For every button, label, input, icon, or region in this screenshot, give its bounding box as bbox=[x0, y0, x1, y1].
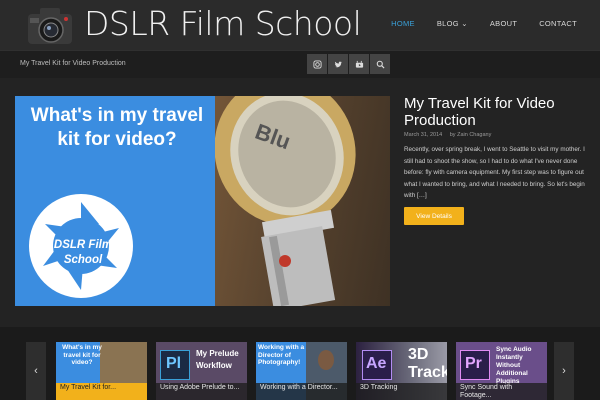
chevron-left-icon[interactable]: ‹ bbox=[26, 342, 46, 400]
post-date: March 31, 2014 bbox=[404, 132, 443, 138]
thumb-image-text2: 3D Tracking bbox=[408, 346, 447, 381]
thumb-image-text2: My Prelude Workflow bbox=[196, 349, 239, 370]
chevron-right-icon[interactable]: › bbox=[554, 342, 574, 400]
image-heading: What's in my travel kit for video? bbox=[30, 105, 204, 150]
carousel-item[interactable]: Pr Sync Audio Instantly Without Addition… bbox=[456, 342, 547, 400]
thumb-image-text: Ae bbox=[366, 355, 387, 372]
thumb-image-text: What's in my travel kit for video? bbox=[62, 344, 102, 366]
microphone-illustration bbox=[214, 96, 356, 306]
thumb-image-text: Working with a Director of Photography! bbox=[258, 344, 305, 366]
carousel-item[interactable]: Pl My Prelude Workflow Using Adobe Prelu… bbox=[156, 342, 247, 400]
thumb-image-text: Pr bbox=[465, 355, 482, 372]
instagram-icon[interactable] bbox=[307, 54, 327, 74]
post-meta: March 31, 2014 by Zain Chagany bbox=[404, 132, 503, 138]
featured-post-image[interactable]: Blu What's in my travel kit for video? D… bbox=[15, 96, 390, 306]
camera-icon[interactable] bbox=[24, 4, 76, 46]
person-face bbox=[318, 350, 334, 370]
current-post-link[interactable]: My Travel Kit for Video Production bbox=[20, 60, 126, 67]
carousel-caption: Using Adobe Prelude to... bbox=[156, 383, 247, 400]
carousel-caption: Working with a Director... bbox=[256, 383, 347, 400]
search-icon[interactable] bbox=[370, 54, 390, 74]
nav-home[interactable]: HOME bbox=[380, 19, 426, 28]
carousel-caption: Sync Sound with Footage... bbox=[456, 383, 547, 400]
sub-bar: My Travel Kit for Video Production bbox=[0, 50, 600, 78]
youtube-icon[interactable] bbox=[349, 54, 369, 74]
post-carousel: ‹ What's in my travel kit for video? My … bbox=[0, 327, 600, 400]
nav-blog[interactable]: BLOG ⌄ bbox=[426, 19, 479, 28]
site-title[interactable]: DSLR Film School bbox=[84, 4, 362, 43]
nav-contact[interactable]: CONTACT bbox=[528, 19, 588, 28]
main-nav: HOME BLOG ⌄ ABOUT CONTACT bbox=[380, 19, 588, 28]
post-author-name: Zain Chagany bbox=[457, 132, 492, 138]
carousel-item[interactable]: Working with a Director of Photography! … bbox=[256, 342, 347, 400]
social-links bbox=[307, 54, 390, 74]
carousel-caption: My Travel Kit for... bbox=[56, 383, 147, 400]
post-title[interactable]: My Travel Kit for Video Production bbox=[404, 95, 594, 129]
post-excerpt: Recently, over spring break, I went to S… bbox=[404, 146, 585, 199]
post-author[interactable]: by Zain Chagany bbox=[450, 132, 498, 138]
twitter-icon[interactable] bbox=[328, 54, 348, 74]
carousel-item[interactable]: What's in my travel kit for video? My Tr… bbox=[56, 342, 147, 400]
carousel-caption: 3D Tracking bbox=[356, 383, 447, 400]
image-brand: DSLR Film School bbox=[53, 239, 113, 266]
site-header: DSLR Film School HOME BLOG ⌄ ABOUT CONTA… bbox=[0, 0, 600, 50]
carousel-item[interactable]: Ae 3D Tracking 3D Tracking bbox=[356, 342, 447, 400]
view-details-button[interactable]: View Details bbox=[404, 207, 464, 225]
nav-about[interactable]: ABOUT bbox=[479, 19, 528, 28]
thumb-image-text: Pl bbox=[166, 355, 182, 372]
thumb-image-text2: Sync Audio Instantly Without Additional … bbox=[496, 346, 532, 385]
